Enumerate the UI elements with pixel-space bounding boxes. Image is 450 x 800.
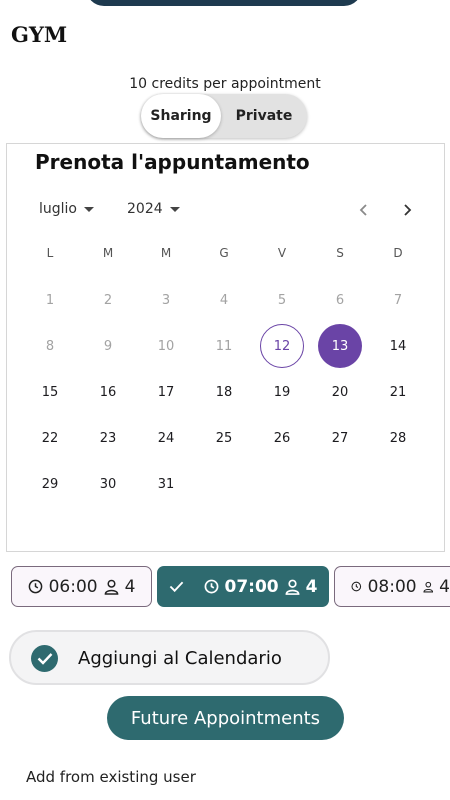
calendar-day: 3 [161,292,171,308]
mode-sharing-option[interactable]: Sharing [141,94,221,138]
weekday-label: L [46,246,54,260]
weekday-label: M [102,246,114,260]
clock-icon [28,579,42,594]
calendar-day-today[interactable]: 12 [260,324,304,368]
calendar-day: 10 [157,338,175,354]
calendar-day: 7 [393,292,403,308]
calendar-day[interactable]: 22 [28,416,72,460]
year-dropdown[interactable]: 2024 [127,201,180,217]
calendar-day: 6 [335,292,345,308]
calendar-day: 1 [45,292,55,308]
chevron-left-icon [359,204,367,216]
time-slot-count: 4 [439,576,450,597]
add-to-calendar-label: Aggiungi al Calendario [78,648,282,669]
time-slot[interactable]: 06:00 4 [11,566,152,607]
person-icon [104,579,118,595]
calendar-day[interactable]: 26 [260,416,304,460]
calendar-day[interactable]: 20 [318,370,362,414]
time-slot-count: 4 [124,576,136,597]
credits-info: 10 credits per appointment [129,76,321,92]
calendar-day-selected[interactable]: 13 [318,324,362,368]
person-icon [285,579,300,595]
calendar-day[interactable]: 15 [28,370,72,414]
calendar-day[interactable]: 21 [376,370,420,414]
calendar-day[interactable]: 17 [144,370,188,414]
chevron-right-icon [404,204,412,216]
calendar-day[interactable]: 16 [86,370,130,414]
calendar-day[interactable]: 30 [86,462,130,506]
calendar-day[interactable]: 24 [144,416,188,460]
time-slot-time: 07:00 [224,576,279,597]
time-slot-time: 08:00 [367,576,417,597]
year-label: 2024 [127,201,163,217]
weekday-label: V [277,246,287,260]
prev-month-button[interactable] [352,198,376,222]
calendar-day[interactable]: 31 [144,462,188,506]
calendar-day[interactable]: 14 [376,324,420,368]
weekday-label: M [160,246,172,260]
calendar-day[interactable]: 29 [28,462,72,506]
page-title: GYM [11,22,68,47]
calendar-card: Prenota l'appuntamento luglio 2024 L M M… [6,143,445,552]
top-header-bar [86,0,362,6]
weekday-label: G [219,246,229,260]
calendar-day[interactable]: 19 [260,370,304,414]
mode-private-option[interactable]: Private [221,94,307,138]
mode-toggle: Sharing Private [141,94,307,138]
month-label: luglio [39,201,77,217]
check-icon [169,581,183,593]
weekday-label: D [393,246,403,260]
time-slot-time: 06:00 [48,576,98,597]
check-circle-icon [31,645,58,672]
calendar-day: 11 [215,338,233,354]
caret-down-icon [169,206,180,212]
next-month-button[interactable] [395,198,419,222]
calendar-day: 4 [219,292,229,308]
calendar-title: Prenota l'appuntamento [35,150,310,174]
calendar-day: 8 [45,338,55,354]
month-dropdown[interactable]: luglio [39,201,94,217]
weekday-header: L M M G V S D [21,246,425,260]
future-appointments-button[interactable]: Future Appointments [107,696,344,740]
calendar-days-grid: 1 2 3 4 5 6 7 8 9 10 11 12 13 14 15 16 1… [21,278,425,508]
calendar-day[interactable]: 27 [318,416,362,460]
time-slot-selected[interactable]: 07:00 4 [157,566,329,607]
time-slot-count: 4 [305,576,318,597]
clock-icon [351,581,362,592]
calendar-day[interactable]: 23 [86,416,130,460]
weekday-label: S [336,246,344,260]
caret-down-icon [84,206,94,212]
calendar-day[interactable]: 28 [376,416,420,460]
calendar-day[interactable]: 25 [202,416,246,460]
person-icon [423,581,433,592]
calendar-day[interactable]: 18 [202,370,246,414]
add-existing-user-link[interactable]: Add from existing user [26,768,196,786]
calendar-day: 5 [277,292,287,308]
add-to-calendar-toggle[interactable]: Aggiungi al Calendario [9,630,330,685]
clock-icon [204,579,218,594]
calendar-day: 9 [103,338,113,354]
calendar-day: 2 [103,292,113,308]
time-slot[interactable]: 08:00 4 [334,566,450,607]
